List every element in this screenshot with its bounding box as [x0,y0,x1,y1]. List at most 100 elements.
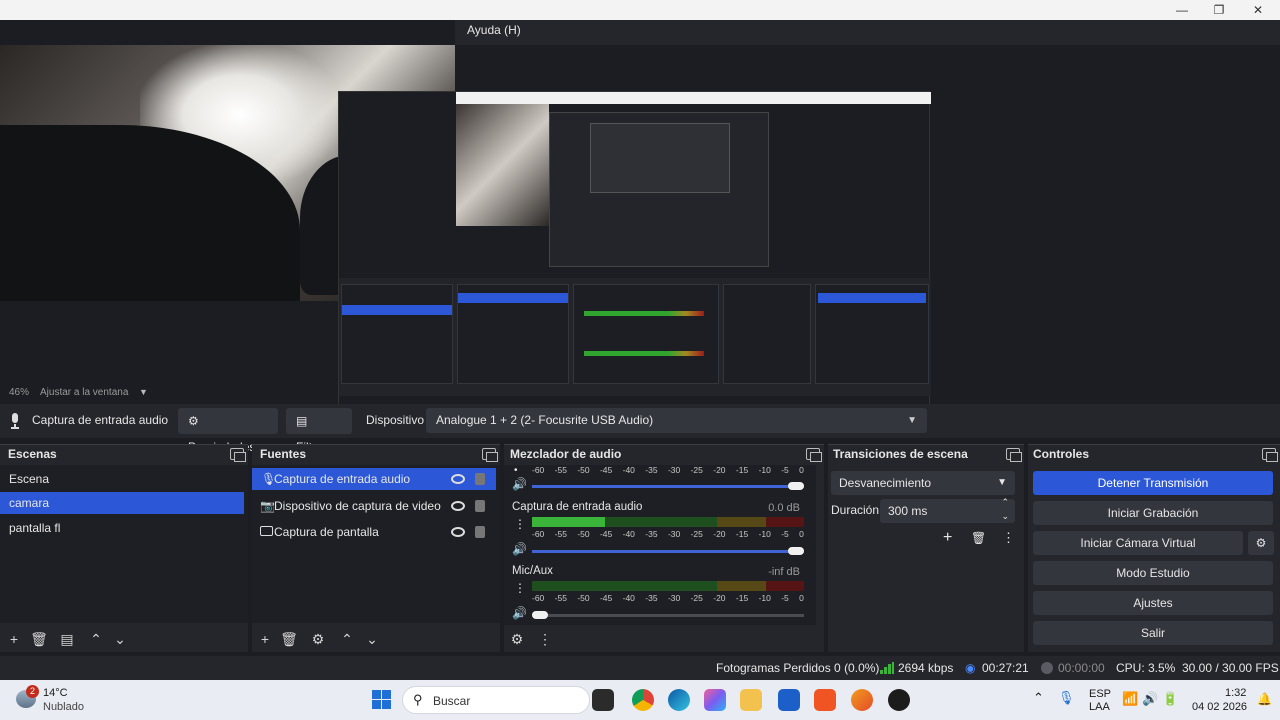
chevron-down-icon[interactable]: ⌄ [362,629,382,649]
speaker-icon[interactable]: 🔊 [512,477,527,491]
audio-meter [532,517,804,527]
obs-icon[interactable] [888,689,910,711]
kebab-menu-icon[interactable]: ⋮ [514,581,526,595]
speaker-icon[interactable]: 🔊 [512,606,527,620]
float-dock-icon[interactable] [1262,448,1278,462]
preview-canvas[interactable] [0,45,1280,426]
scene-item[interactable]: Escena [0,468,248,490]
selected-source-name: Captura de entrada audio [32,413,169,427]
transition-select[interactable]: Desvanecimiento ▼ [831,471,1015,495]
language-1[interactable]: ESP [1089,688,1111,700]
exit-button[interactable]: Salir [1033,621,1273,645]
wifi-icon[interactable]: 📶 [1122,691,1138,707]
gear-icon[interactable]: ⚙ [308,629,328,649]
trash-icon[interactable]: 🗑 [971,531,986,545]
start-recording-button[interactable]: Iniciar Grabación [1033,501,1273,525]
filter-icon[interactable]: ▤ [57,629,77,649]
settings-button[interactable]: Ajustes [1033,591,1273,615]
microphone-icon[interactable]: 🎙 [1058,690,1075,706]
kebab-menu-icon[interactable]: ⋮ [514,517,526,531]
chevron-up-icon[interactable]: ⌃ [337,629,357,649]
properties-button[interactable]: ⚙ Propiedades [178,408,278,454]
lock-icon[interactable] [475,473,485,485]
duration-label: Duración [831,503,880,517]
clock-time[interactable]: 1:32 [1225,687,1246,699]
add-icon[interactable]: + [255,629,275,649]
fit-to-window-label[interactable]: Ajustar a la ventana [40,387,128,398]
add-icon[interactable]: + [4,629,24,649]
float-dock-icon[interactable] [1006,448,1022,462]
device-select[interactable]: Analogue 1 + 2 (2- Focusrite USB Audio) … [426,408,927,433]
clock-date[interactable]: 04 02 2026 [1192,701,1247,713]
duration-input[interactable]: 300 ms ⌃ ⌄ [880,497,1015,523]
eye-icon[interactable] [451,501,465,511]
chevron-down-icon: ▼ [907,415,917,426]
chrome-icon[interactable] [632,689,654,711]
edge-icon[interactable] [668,689,690,711]
volume-slider[interactable] [532,611,804,619]
volume-icon[interactable]: 🔊 [1142,691,1158,707]
filters-button[interactable]: ▤ Filtros [286,408,352,454]
spinner-icon[interactable]: ⌃ ⌄ [1001,495,1009,523]
brave-icon[interactable] [814,689,836,711]
float-dock-icon[interactable] [230,448,246,462]
kebab-menu-icon[interactable]: ⋮ [1002,530,1015,546]
weather-temp: 14°C [43,687,68,699]
lock-icon[interactable] [475,500,485,512]
volume-slider[interactable] [532,547,804,555]
db-tick-label: -20 [713,465,726,475]
db-tick-label: -30 [667,529,681,539]
studio-mode-button[interactable]: Modo Estudio [1033,561,1273,585]
start-virtual-camera-button[interactable]: Iniciar Cámara Virtual [1033,531,1243,555]
db-tick-label: -5 [781,593,789,603]
app-icon[interactable] [851,689,873,711]
filter-icon: ▤ [296,414,308,428]
gear-icon[interactable]: ⚙ [507,629,527,649]
virtual-camera-settings-button[interactable]: ⚙ [1248,531,1274,555]
store-icon[interactable] [778,689,800,711]
taskview-icon[interactable] [592,689,614,711]
minimize-button[interactable]: — [1162,2,1202,18]
float-dock-icon[interactable] [482,448,498,462]
battery-icon[interactable]: 🔋 [1162,691,1178,707]
lock-icon[interactable] [475,526,485,538]
scenes-list: Escena camara pantalla fl [0,465,248,623]
kebab-menu-icon[interactable]: ⋮ [535,629,555,649]
channel-menu-icon[interactable]: • [514,465,518,476]
nested-scene-selected [342,305,452,315]
scene-item[interactable]: pantalla fl [0,517,248,539]
float-dock-icon[interactable] [806,448,822,462]
maximize-button[interactable]: ❐ [1199,2,1239,18]
eye-icon[interactable] [451,474,465,484]
windows-start-icon[interactable] [372,690,392,710]
language-2[interactable]: LAA [1089,701,1110,713]
close-button[interactable]: ✕ [1238,2,1278,18]
db-tick-label: -25 [690,593,703,603]
file-explorer-icon[interactable] [740,689,762,711]
speaker-icon[interactable]: 🔊 [512,542,527,556]
transitions-title: Transiciones de escena [833,447,968,461]
add-icon[interactable]: + [943,529,952,547]
stop-streaming-button[interactable]: Detener Transmisión [1033,471,1273,495]
scene-item-selected[interactable]: camara [0,492,244,514]
notifications-icon[interactable]: 🔔 [1257,692,1272,706]
copilot-icon[interactable] [704,689,726,711]
chevron-down-icon[interactable]: ⌄ [110,629,130,649]
chevron-up-icon[interactable]: ⌃ [86,629,106,649]
microphone-icon [11,413,19,429]
trash-icon[interactable]: 🗑 [279,629,299,649]
chevron-down-icon[interactable]: ▼ [139,387,148,397]
menu-help[interactable]: Ayuda (H) [467,23,521,37]
volume-slider-knob[interactable] [788,547,804,555]
volume-slider[interactable] [532,482,804,490]
chevron-up-icon[interactable]: ⌃ [1033,690,1044,706]
taskbar-search[interactable]: ⚲ Buscar [402,686,590,714]
notification-badge: 2 [26,685,39,698]
db-tick-label: -35 [645,593,658,603]
volume-slider-knob[interactable] [788,482,804,490]
nested-titlebar [456,92,931,104]
eye-icon[interactable] [451,527,465,537]
volume-slider-knob[interactable] [532,611,548,619]
trash-icon[interactable]: 🗑 [29,629,49,649]
db-tick-label: 0 [799,593,804,603]
